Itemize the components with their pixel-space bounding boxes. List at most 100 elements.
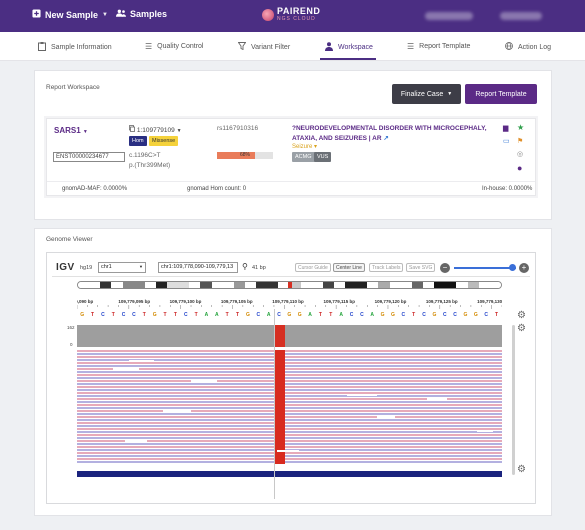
ruler-tick-label: 109,779,115 bp	[323, 299, 355, 304]
read-row	[77, 455, 502, 457]
tab-bar: Sample Information ☰ Quality Control Var…	[0, 32, 585, 61]
organization-blurred[interactable]	[500, 12, 542, 20]
tab-workspace[interactable]: Workspace	[325, 42, 373, 53]
consequence-badge: Missense	[149, 136, 179, 146]
transcript-value: ENST00000234677	[56, 154, 109, 160]
sequence-base: T	[173, 312, 177, 318]
disease-name-line2[interactable]: ATAXIA, AND SEIZURES | AR ↗	[292, 134, 389, 142]
sequence-base: T	[318, 312, 322, 318]
read-row	[77, 374, 502, 376]
lightbulb-icon[interactable]: ●	[517, 163, 522, 173]
eye-off-icon[interactable]: ◎	[517, 150, 523, 158]
plus-square-icon	[32, 9, 41, 20]
gear-icon[interactable]: ⚙	[517, 310, 526, 321]
rsid[interactable]: rs1167910316	[217, 125, 258, 132]
disease-name-line1[interactable]: ?NEURODEVELOPMENTAL DISORDER WITH MICROC…	[292, 125, 487, 132]
external-link-icon[interactable]: ↗	[383, 135, 388, 142]
ideogram-band	[155, 282, 168, 288]
ideogram-band	[378, 282, 390, 288]
tab-label: Report Template	[419, 43, 471, 50]
sequence-base: T	[91, 312, 95, 318]
ideogram-band	[244, 282, 257, 288]
inhouse-frequency: In-house: 0.0000%	[482, 186, 533, 192]
disease-line2-text: ATAXIA, AND SEIZURES | AR	[292, 135, 382, 142]
new-sample-menu[interactable]: New Sample ▼	[32, 9, 108, 20]
read-row	[77, 413, 502, 415]
tab-report-template[interactable]: ☰ Report Template	[407, 42, 470, 51]
zoom-slider[interactable]	[454, 267, 516, 269]
star-icon[interactable]: ★	[517, 123, 524, 132]
ruler-tick-label: 109,779,120 bp	[375, 299, 407, 304]
coverage-max-label: 162	[67, 325, 75, 330]
read-row	[77, 380, 502, 382]
coverage-track[interactable]	[77, 325, 502, 347]
read-row	[77, 368, 502, 370]
zoom-out-icon[interactable]: −	[440, 263, 450, 273]
sequence-base: T	[111, 312, 115, 318]
read-row	[77, 386, 502, 388]
position-label: 1:109779109	[136, 127, 175, 134]
save-svg-button[interactable]: Save SVG	[406, 263, 436, 272]
gear-icon[interactable]: ⚙	[517, 323, 526, 334]
search-icon[interactable]: ⚲	[242, 262, 248, 271]
track-labels-button[interactable]: Track Labels	[369, 263, 404, 272]
chromosome-ideogram[interactable]	[77, 281, 502, 289]
flag-icon[interactable]: ⚑	[517, 137, 523, 145]
report-template-button[interactable]: Report Template	[465, 84, 537, 104]
zoom-slider-handle[interactable]	[509, 264, 516, 271]
genome-label: hg19	[80, 265, 93, 271]
zoom-in-icon[interactable]: +	[519, 263, 529, 273]
read-row	[77, 410, 502, 412]
tab-action-log[interactable]: Action Log	[505, 42, 551, 52]
ideogram-band	[322, 282, 334, 288]
read-row	[77, 404, 502, 406]
ruler-tick-label: 109,779,100 bp	[170, 299, 202, 304]
sequence-base: C	[401, 312, 406, 318]
zygosity-badge: Hom	[129, 136, 147, 146]
ideogram-band	[300, 282, 323, 288]
center-line	[274, 309, 275, 499]
read-row	[77, 431, 502, 433]
sequence-base: T	[412, 312, 416, 318]
scrollbar[interactable]	[512, 325, 515, 475]
tab-label: Quality Control	[157, 43, 204, 50]
finalize-case-button[interactable]: Finalize Case ▼	[392, 84, 461, 104]
read-row	[77, 416, 502, 418]
acmg-class-badge: VUS	[314, 152, 332, 162]
tab-label: Sample Information	[51, 44, 112, 51]
cursor-guide-button[interactable]: Cursor Guide	[295, 263, 331, 272]
user-account-blurred[interactable]	[425, 12, 473, 20]
transcript-select[interactable]: ENST00000234677	[53, 152, 125, 162]
samples-link[interactable]: Samples	[116, 9, 167, 19]
variant-position[interactable]: 1:109779109 ▼	[129, 125, 182, 134]
tab-label: Action Log	[518, 43, 552, 51]
tab-variant-filter[interactable]: Variant Filter	[237, 42, 290, 52]
ruler-tick-label: 79,090 bp	[77, 299, 94, 304]
clipboard-icon	[38, 42, 46, 53]
document-icon[interactable]: ▆	[503, 124, 508, 132]
sequence-base: G	[432, 312, 437, 318]
acmg-badge: ACMG	[292, 152, 315, 162]
gear-icon[interactable]: ⚙	[517, 464, 526, 475]
sequence-base: A	[215, 312, 219, 318]
sequence-base: C	[484, 312, 488, 318]
report-template-label: Report Template	[475, 90, 527, 98]
center-line-button[interactable]: Center Line	[333, 263, 365, 272]
tab-label: Workspace	[338, 44, 373, 51]
gene-symbol[interactable]: SARS1 ▼	[54, 126, 88, 135]
ruler-tick-label: 109,779,130 bp	[477, 299, 502, 304]
tab-quality-control[interactable]: ☰ Quality Control	[145, 42, 203, 51]
sequence-base: A	[204, 312, 209, 318]
hgvs-c: c.1196C>T	[129, 152, 161, 159]
locus-input[interactable]: chr1:109,778,090-109,779,13	[158, 262, 238, 273]
chromosome-select[interactable]: chr1 ▼	[98, 262, 146, 273]
new-sample-label: New Sample	[45, 9, 99, 20]
phenotype-label: Seizure	[292, 144, 313, 150]
gene-annotation-track[interactable]	[77, 471, 502, 477]
ideogram-band	[467, 282, 479, 288]
phenotype-tag[interactable]: Seizure ▾	[292, 143, 317, 150]
read-gap	[113, 368, 139, 370]
comment-icon[interactable]: ▭	[503, 137, 510, 145]
alignment-track[interactable]	[77, 350, 502, 464]
tab-sample-information[interactable]: Sample Information	[38, 42, 112, 53]
